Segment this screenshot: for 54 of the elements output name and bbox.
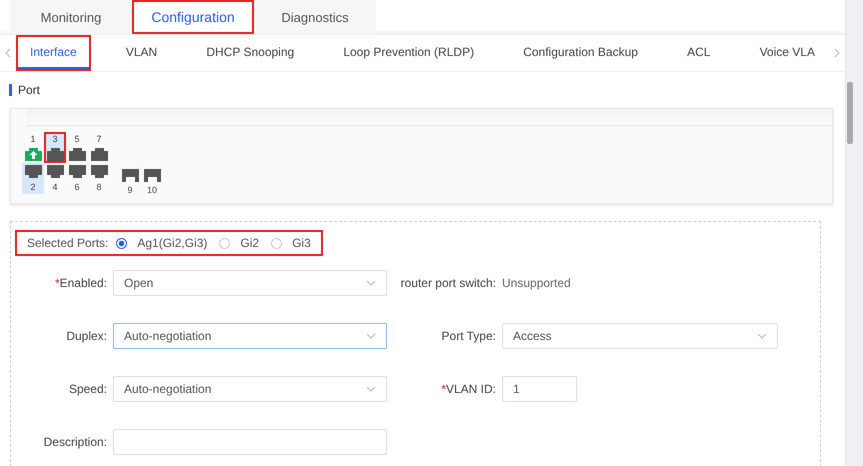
- field-value: Unsupported: [502, 276, 571, 290]
- dropdown[interactable]: Auto-negotiation: [113, 376, 387, 402]
- port-number: 9: [127, 185, 132, 195]
- tab[interactable]: DHCP Snooping: [192, 35, 308, 71]
- ethernet-port-icon[interactable]: [90, 147, 108, 161]
- port-number: 4: [52, 182, 58, 192]
- tab[interactable]: Loop Prevention (RLDP): [329, 35, 488, 71]
- tab[interactable]: Diagnostics: [254, 0, 376, 34]
- chevron-down-icon: [366, 280, 376, 286]
- tab[interactable]: Monitoring: [10, 0, 132, 34]
- port-up-icon[interactable]: [24, 147, 42, 161]
- port-number: 2: [30, 182, 36, 192]
- port-number: 7: [96, 134, 102, 144]
- tab[interactable]: ACL: [673, 35, 724, 71]
- dropdown[interactable]: Open: [113, 270, 387, 296]
- tab[interactable]: Configuration: [132, 0, 254, 34]
- port-number: 10: [146, 185, 157, 195]
- input-field[interactable]: [113, 428, 387, 454]
- tab[interactable]: Interface: [16, 35, 91, 71]
- ethernet-port-icon[interactable]: [68, 165, 86, 179]
- field-label: *Enabled:: [54, 276, 107, 290]
- ethernet-port-icon[interactable]: [24, 165, 42, 179]
- field-label: Description:: [42, 434, 107, 448]
- scrollbar-thumb[interactable]: [847, 82, 853, 144]
- input-field[interactable]: 1: [502, 376, 577, 402]
- ethernet-port-icon[interactable]: [68, 147, 86, 161]
- ethernet-port-icon[interactable]: [46, 165, 64, 179]
- radio-option[interactable]: Gi3: [271, 236, 311, 250]
- port-number: 8: [96, 182, 102, 192]
- dropdown[interactable]: Auto-negotiation: [113, 322, 387, 348]
- dropdown[interactable]: Access: [502, 322, 778, 348]
- port-number: 6: [74, 182, 80, 192]
- field-label: Selected Ports:: [27, 236, 108, 250]
- chevron-down-icon: [366, 332, 376, 338]
- ethernet-port-icon[interactable]: [90, 165, 108, 179]
- port-number: 1: [30, 134, 36, 144]
- chevron-down-icon: [757, 332, 767, 338]
- chevron-down-icon: [366, 386, 376, 392]
- section-title: Port: [18, 83, 40, 97]
- field-label: Speed:: [68, 382, 107, 396]
- radio-option[interactable]: Gi2: [219, 236, 260, 250]
- field-label: *VLAN ID:: [440, 382, 496, 396]
- tab[interactable]: Voice VLA: [746, 35, 829, 71]
- tab[interactable]: Configuration Backup: [509, 35, 652, 71]
- ethernet-port-icon[interactable]: [46, 147, 64, 161]
- field-label: router port switch:: [400, 276, 496, 290]
- port-number: 5: [74, 134, 80, 144]
- field-label: Duplex:: [65, 328, 107, 342]
- tab[interactable]: VLAN: [112, 35, 172, 71]
- radio-option[interactable]: Ag1(Gi2,Gi3): [116, 236, 208, 250]
- field-label: Port Type:: [440, 328, 496, 342]
- port-number: 3: [52, 134, 58, 144]
- sfp-port-icon[interactable]: [144, 169, 160, 182]
- sfp-port-icon[interactable]: [122, 169, 138, 182]
